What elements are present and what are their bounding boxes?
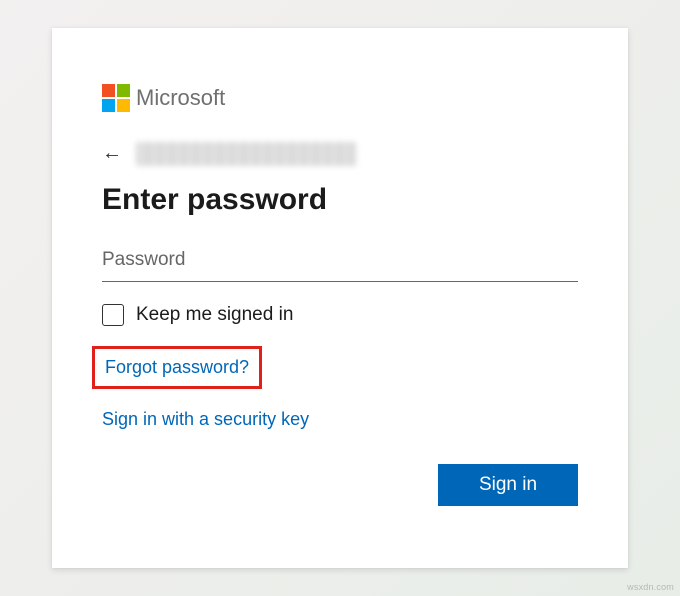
brand-name: Microsoft: [136, 85, 225, 111]
identity-email-redacted[interactable]: [136, 142, 356, 166]
brand-row: Microsoft: [102, 84, 578, 112]
keep-signed-in-row: Keep me signed in: [102, 304, 578, 326]
security-key-link[interactable]: Sign in with a security key: [102, 409, 309, 430]
forgot-password-highlight: Forgot password?: [92, 346, 262, 389]
security-key-row: Sign in with a security key: [102, 409, 578, 430]
keep-signed-in-checkbox[interactable]: [102, 304, 124, 326]
page-title: Enter password: [102, 183, 578, 217]
watermark: wsxdn.com: [627, 582, 674, 592]
password-input[interactable]: [102, 241, 578, 282]
button-row: Sign in: [102, 464, 578, 506]
keep-signed-in-label: Keep me signed in: [136, 304, 293, 326]
signin-card: Microsoft ← Enter password Keep me signe…: [52, 28, 628, 568]
microsoft-logo-icon: [102, 84, 130, 112]
back-arrow-icon[interactable]: ←: [102, 140, 126, 167]
forgot-password-link[interactable]: Forgot password?: [105, 357, 249, 378]
signin-button[interactable]: Sign in: [438, 464, 578, 506]
identity-row: ←: [102, 140, 578, 167]
